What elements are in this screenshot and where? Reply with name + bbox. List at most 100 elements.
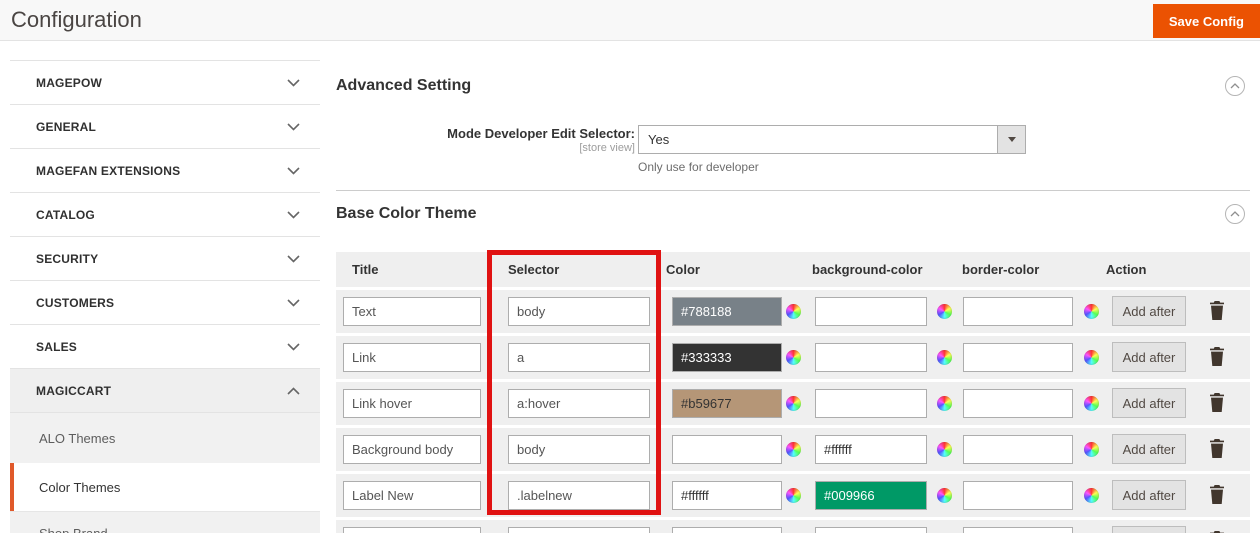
sidebar-item-alo-themes[interactable]: ALO Themes [10,413,320,463]
sidebar-item-label: Color Themes [39,480,120,495]
field-note: Only use for developer [638,160,1250,174]
sidebar-section-magepow[interactable]: MAGEPOW [10,60,320,104]
column-header-action: Action [1106,262,1146,277]
chevron-down-icon [287,338,300,356]
color-input[interactable] [672,527,782,533]
add-after-button[interactable]: Add after [1112,480,1186,510]
sidebar-subitems: ALO Themes Color Themes Shop Brand [10,412,320,533]
border-color-input[interactable] [963,297,1073,326]
color-picker-icon[interactable] [786,488,801,503]
column-header-border-color: border-color [962,262,1039,277]
sidebar-section-general[interactable]: GENERAL [10,104,320,148]
title-input[interactable] [343,297,481,326]
sidebar-section-magefan-extensions[interactable]: MAGEFAN EXTENSIONS [10,148,320,192]
add-after-button[interactable]: Add after [1112,526,1186,533]
section-title: Base Color Theme [336,205,476,223]
chevron-down-icon [287,118,300,136]
color-picker-icon[interactable] [1084,488,1099,503]
background-color-input[interactable] [815,527,927,533]
color-picker-icon[interactable] [937,488,952,503]
background-color-input[interactable] [815,435,927,464]
color-picker-icon[interactable] [1084,304,1099,319]
background-color-input[interactable] [815,389,927,418]
trash-icon[interactable] [1209,393,1225,412]
background-color-input[interactable] [815,343,927,372]
color-picker-icon[interactable] [786,442,801,457]
background-color-input[interactable] [815,481,927,510]
collapse-section-icon[interactable] [1225,204,1245,224]
selector-input[interactable] [508,481,650,510]
border-color-input[interactable] [963,389,1073,418]
section-title: Advanced Setting [336,77,471,95]
sidebar-sections: MAGEPOW GENERAL MAGEFAN EXTENSIONS CATAL… [10,60,320,412]
add-after-button[interactable]: Add after [1112,388,1186,418]
sidebar-item-label: ALO Themes [39,431,115,446]
trash-icon[interactable] [1209,347,1225,366]
selector-input[interactable] [508,435,650,464]
collapse-section-icon[interactable] [1225,76,1245,96]
color-input[interactable] [672,435,782,464]
sidebar-section-magiccart[interactable]: MAGICCART [10,368,320,412]
add-after-button[interactable]: Add after [1112,434,1186,464]
title-input[interactable] [343,343,481,372]
color-input[interactable] [672,297,782,326]
column-header-selector: Selector [508,262,559,277]
dropdown-arrow-icon[interactable] [997,126,1025,153]
chevron-down-icon [287,162,300,180]
selector-input[interactable] [508,527,650,533]
color-picker-icon[interactable] [937,304,952,319]
table-row: Add after [336,382,1250,425]
save-config-button[interactable]: Save Config [1153,4,1260,38]
border-color-input[interactable] [963,435,1073,464]
color-picker-icon[interactable] [937,350,952,365]
selector-input[interactable] [508,297,650,326]
column-header-title: Title [352,262,379,277]
chevron-down-icon [287,294,300,312]
color-picker-icon[interactable] [786,350,801,365]
sidebar-section-security[interactable]: SECURITY [10,236,320,280]
mode-developer-select[interactable]: Yes [638,125,1026,154]
background-color-input[interactable] [815,297,927,326]
sidebar-section-catalog[interactable]: CATALOG [10,192,320,236]
sidebar-item-shop-brand[interactable]: Shop Brand [10,511,320,533]
trash-icon[interactable] [1209,301,1225,320]
advanced-setting-section-header: Advanced Setting [336,76,1250,96]
table-row: Add after [336,428,1250,471]
color-input[interactable] [672,481,782,510]
sidebar-section-label: GENERAL [36,120,96,134]
add-after-button[interactable]: Add after [1112,296,1186,326]
table-row: Add after [336,336,1250,379]
selector-input[interactable] [508,343,650,372]
chevron-down-icon [287,206,300,224]
color-picker-icon[interactable] [937,442,952,457]
title-input[interactable] [343,527,481,533]
trash-icon[interactable] [1209,439,1225,458]
border-color-input[interactable] [963,481,1073,510]
color-picker-icon[interactable] [1084,350,1099,365]
main-content: Advanced Setting Mode Developer Edit Sel… [336,41,1250,533]
border-color-input[interactable] [963,527,1073,533]
page-title: Configuration [11,7,142,33]
sidebar-section-label: SALES [36,340,77,354]
color-input[interactable] [672,389,782,418]
sidebar-item-color-themes[interactable]: Color Themes [10,463,320,511]
color-picker-icon[interactable] [786,396,801,411]
sidebar: MAGEPOW GENERAL MAGEFAN EXTENSIONS CATAL… [10,60,320,533]
scope-label: [store view] [336,142,635,154]
color-picker-icon[interactable] [1084,396,1099,411]
page-header: Configuration Save Config [0,0,1260,41]
add-after-button[interactable]: Add after [1112,342,1186,372]
sidebar-section-sales[interactable]: SALES [10,324,320,368]
selector-input[interactable] [508,389,650,418]
title-input[interactable] [343,435,481,464]
color-picker-icon[interactable] [786,304,801,319]
sidebar-section-label: SECURITY [36,252,98,266]
title-input[interactable] [343,389,481,418]
color-picker-icon[interactable] [1084,442,1099,457]
title-input[interactable] [343,481,481,510]
trash-icon[interactable] [1209,485,1225,504]
color-input[interactable] [672,343,782,372]
sidebar-section-customers[interactable]: CUSTOMERS [10,280,320,324]
border-color-input[interactable] [963,343,1073,372]
color-picker-icon[interactable] [937,396,952,411]
